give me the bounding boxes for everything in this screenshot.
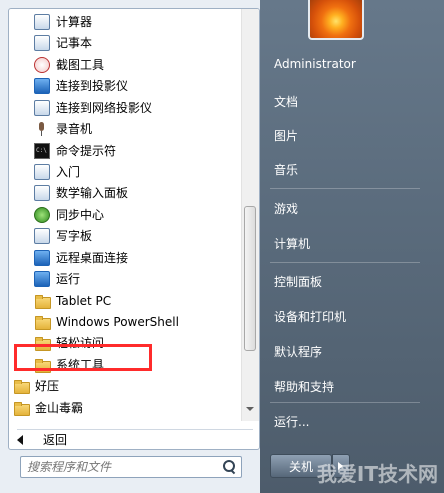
search-input[interactable] [21, 458, 221, 476]
projector-icon [34, 77, 50, 94]
menu-item-system-tools[interactable]: 系统工具 [9, 354, 241, 375]
menu-item-label: 运行 [56, 272, 81, 286]
menu-item-label: 好压 [35, 379, 60, 393]
menu-item-sound-recorder[interactable]: 录音机 [9, 118, 241, 139]
menu-item-label: 系统工具 [56, 358, 105, 372]
menu-item-network-projector[interactable]: 连接到网络投影仪 [9, 97, 241, 118]
places-item-default-programs[interactable]: 默认程序 [274, 343, 322, 360]
places-item-control-panel[interactable]: 控制面板 [274, 273, 322, 290]
menu-item-powershell[interactable]: Windows PowerShell [9, 311, 241, 332]
places-item-pictures[interactable]: 图片 [274, 127, 298, 144]
places-item-documents[interactable]: 文档 [274, 93, 298, 110]
places-item-help-support[interactable]: 帮助和支持 [274, 378, 334, 395]
menu-item-run[interactable]: 运行 [9, 268, 241, 289]
folder-icon [13, 400, 30, 416]
menu-item-label: 写字板 [56, 229, 93, 243]
places-item-computer[interactable]: 计算机 [274, 235, 310, 252]
shutdown-button[interactable]: 关机 [270, 454, 332, 478]
notepad-icon [34, 34, 50, 51]
menu-item-label: 数学输入面板 [56, 186, 129, 200]
menu-item-label: 同步中心 [56, 208, 105, 222]
menu-item-cmd[interactable]: 命令提示符 [9, 140, 241, 161]
menu-item-wordpad[interactable]: 写字板 [9, 225, 241, 246]
menu-item-label: 轻松访问 [56, 336, 105, 350]
remote-desktop-icon [34, 249, 50, 266]
menu-item-calculator[interactable]: 计算器 [9, 11, 241, 32]
wordpad-icon [34, 227, 50, 244]
folder-icon [34, 335, 51, 351]
search-box[interactable] [20, 456, 242, 478]
places-panel: Administrator 文档 图片 音乐 游戏 计算机 控制面板 设备和打印… [260, 0, 444, 493]
places-divider [270, 402, 420, 403]
programs-scrollbar[interactable] [241, 9, 259, 421]
menu-item-snipping-tool[interactable]: 截图工具 [9, 54, 241, 75]
run-icon [34, 270, 50, 287]
microphone-icon [34, 121, 50, 137]
sync-center-icon [34, 206, 50, 223]
folder-icon [34, 314, 51, 330]
menu-item-kingsoft[interactable]: 金山毒霸 [13, 397, 245, 418]
shutdown-options-button[interactable] [332, 454, 350, 478]
menu-item-ease-of-access[interactable]: 轻松访问 [9, 332, 241, 353]
menu-item-label: 计算器 [56, 15, 93, 29]
user-avatar[interactable] [308, 0, 364, 40]
places-item-administrator[interactable]: Administrator [274, 57, 356, 71]
folder-icon [34, 293, 51, 309]
menu-item-remote-desktop[interactable]: 远程桌面连接 [9, 247, 241, 268]
programs-panel: 计算器 记事本 截图工具 连接到投影仪 连接到网络投影仪 录音机 命令提示符 [8, 8, 260, 450]
menu-item-label: 连接到网络投影仪 [56, 101, 153, 115]
places-item-devices-printers[interactable]: 设备和打印机 [274, 308, 346, 325]
menu-item-haoya[interactable]: 好压 [13, 375, 245, 396]
search-icon[interactable] [221, 459, 237, 475]
places-item-music[interactable]: 音乐 [274, 161, 298, 178]
menu-item-label: 命令提示符 [56, 144, 117, 158]
calculator-icon [34, 13, 50, 30]
cmd-icon [34, 142, 50, 159]
menu-item-label: Tablet PC [56, 293, 112, 308]
math-input-icon [34, 184, 50, 201]
menu-item-notepad[interactable]: 记事本 [9, 32, 241, 53]
menu-item-sync-center[interactable]: 同步中心 [9, 204, 241, 225]
menu-item-math-input[interactable]: 数学输入面板 [9, 182, 241, 203]
menu-item-projector[interactable]: 连接到投影仪 [9, 75, 241, 96]
menu-item-getting-started[interactable]: 入门 [9, 161, 241, 182]
places-divider [270, 262, 420, 263]
menu-item-label: 入门 [56, 165, 81, 179]
places-item-games[interactable]: 游戏 [274, 200, 298, 217]
menu-item-label: 记事本 [56, 36, 93, 50]
menu-item-label: Windows PowerShell [56, 314, 179, 329]
folder-icon [34, 357, 51, 373]
menu-item-label: 金山毒霸 [35, 401, 84, 415]
back-label: 返回 [43, 433, 68, 447]
network-projector-icon [34, 99, 50, 116]
folder-icon [13, 378, 30, 394]
scrollbar-thumb[interactable] [244, 206, 256, 351]
back-arrow-icon [13, 432, 29, 448]
menu-item-label: 远程桌面连接 [56, 251, 129, 265]
menu-item-label: 截图工具 [56, 58, 105, 72]
places-divider [270, 188, 420, 189]
menu-item-tablet-pc[interactable]: Tablet PC [9, 290, 241, 311]
menu-item-label: 录音机 [56, 122, 93, 136]
menu-item-label: 连接到投影仪 [56, 79, 129, 93]
scroll-down-icon[interactable] [246, 407, 254, 411]
getting-started-icon [34, 163, 50, 180]
snipping-tool-icon [34, 56, 50, 73]
places-item-run[interactable]: 运行... [274, 413, 309, 430]
back-button[interactable]: 返回 [13, 429, 213, 449]
